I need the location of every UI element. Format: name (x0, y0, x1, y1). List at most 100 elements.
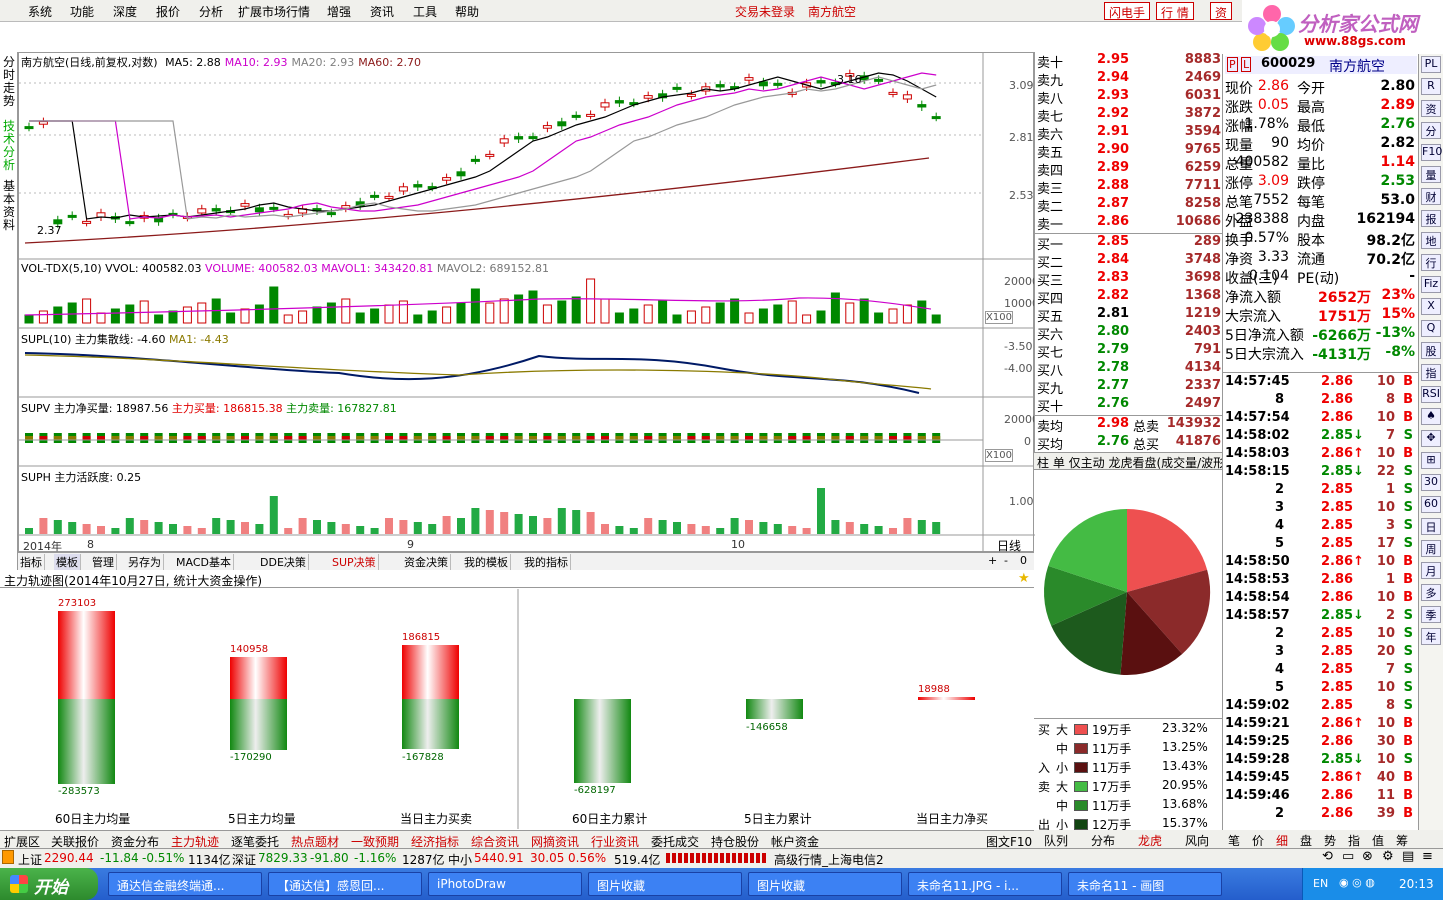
menu-item[interactable]: 深度 (113, 3, 137, 20)
pl-icon[interactable]: P (1227, 57, 1238, 72)
tab-technical[interactable]: 技术分析 (1, 120, 17, 172)
taskbar-item[interactable]: 图片收藏 (588, 872, 742, 896)
sidebar-button[interactable]: 地 (1421, 232, 1441, 249)
toolbar-tab[interactable]: 模板 (54, 554, 81, 570)
flow-label: 5日大宗流入 (1225, 347, 1304, 363)
orderbook-tab[interactable]: 队列 (1044, 832, 1068, 849)
supv-bar-red (745, 436, 753, 440)
level-price: 2.80 (1097, 324, 1130, 339)
sidebar-button[interactable]: 季 (1421, 606, 1441, 623)
lang-indicator[interactable]: EN (1313, 877, 1328, 890)
sidebar-button[interactable]: 财 (1421, 188, 1441, 205)
tick-tab[interactable]: 笔 (1228, 832, 1240, 849)
sidebar-button[interactable]: F10 (1421, 144, 1442, 161)
tick-tab[interactable]: 价 (1252, 832, 1264, 849)
menu-item[interactable]: 扩展市场行情 (238, 3, 310, 20)
sidebar-button[interactable]: 月 (1421, 562, 1441, 579)
sz-pct: -1.16% (354, 851, 397, 865)
sidebar-button[interactable]: 指 (1421, 364, 1441, 381)
sidebar-button[interactable]: ✥ (1421, 430, 1441, 447)
sidebar-button[interactable]: 60 (1421, 496, 1441, 513)
zoom-in-button[interactable]: + (988, 554, 997, 567)
tick-tab[interactable]: 筹 (1396, 832, 1408, 849)
top-button[interactable]: 资 (1210, 2, 1233, 20)
sidebar-button[interactable]: 股 (1421, 342, 1441, 359)
top-button[interactable]: 行 情 (1156, 2, 1194, 20)
window-icon[interactable]: ▭ (1342, 849, 1354, 864)
tick-tab[interactable]: 细 (1276, 832, 1288, 849)
sidebar-button[interactable]: ⊞ (1421, 452, 1441, 469)
star-icon[interactable]: ★ (1018, 571, 1030, 586)
zoom-reset-button[interactable]: 0 (1020, 554, 1027, 567)
tick-tab[interactable]: 值 (1372, 832, 1384, 849)
taskbar-item[interactable]: iPhotoDraw (428, 872, 582, 896)
supv-bar-red (53, 436, 62, 440)
tray-icons[interactable]: ◉ ◎ ◍ (1339, 876, 1375, 889)
taskbar-item[interactable]: 未命名11.JPG - i... (908, 872, 1062, 896)
toolbar-tab[interactable]: 我的模板 (462, 554, 511, 570)
candle (240, 203, 250, 207)
menu-item[interactable]: 分析 (199, 3, 223, 20)
toolbar-tab[interactable]: SUP决策 (330, 554, 379, 570)
sidebar-button[interactable]: 资 (1421, 100, 1441, 117)
close-icon[interactable]: ⊗ (1362, 849, 1373, 864)
menu-item[interactable]: 功能 (70, 3, 94, 20)
tool-icon[interactable]: ⚙ (1382, 849, 1394, 864)
tab-fundamentals[interactable]: 基本资料 (1, 180, 17, 232)
sidebar-button[interactable]: 量 (1421, 166, 1441, 183)
sidebar-button[interactable]: Fiz (1421, 276, 1441, 293)
orderbook-tab[interactable]: 龙虎 (1138, 832, 1162, 849)
menu-item[interactable]: 帮助 (455, 3, 479, 20)
toolbar-tab[interactable]: 我的指标 (522, 554, 571, 570)
tick-tab[interactable]: 盘 (1300, 832, 1312, 849)
sidebar-button[interactable]: PL (1421, 56, 1441, 73)
menu-item[interactable]: 增强 (327, 3, 351, 20)
menu-item[interactable]: 资讯 (370, 3, 394, 20)
taskbar-item[interactable]: 图片收藏 (748, 872, 902, 896)
toolbar-tab[interactable]: 管理 (90, 554, 117, 570)
sidebar-button[interactable]: Q (1421, 320, 1441, 337)
ma5-line (29, 72, 937, 220)
pie-tabs-label[interactable]: 柱 单 仅主动 龙虎看盘(成交量/波形) (1037, 454, 1230, 471)
price-axis-1: 3.09 (1009, 79, 1034, 92)
sidebar-button[interactable]: 行 (1421, 254, 1441, 271)
menu-item[interactable]: 工具 (413, 3, 437, 20)
sidebar-button[interactable]: 报 (1421, 210, 1441, 227)
tick-tab[interactable]: 指 (1348, 832, 1360, 849)
tick-side: B (1403, 770, 1413, 785)
kline-chart-area[interactable]: 南方航空(日线,前复权,对数) MA5: 2.88 MA10: 2.93 MA20:… (18, 52, 1039, 553)
sidebar-button[interactable]: RSI (1421, 386, 1441, 403)
sidebar-button[interactable]: 年 (1421, 628, 1441, 645)
taskbar-item[interactable]: 【通达信】感恩回... (268, 872, 422, 896)
zoom-out-button[interactable]: - (1004, 554, 1008, 567)
menu-item[interactable]: 系统 (28, 3, 52, 20)
l-icon[interactable]: L (1241, 57, 1252, 72)
toolbar-tab[interactable]: MACD基本 (174, 554, 234, 570)
sidebar-button[interactable]: ♠ (1421, 408, 1441, 425)
toolbar-tab[interactable]: 指标 (18, 554, 45, 570)
menu-icon[interactable]: ≡ (1422, 849, 1433, 864)
sidebar-button[interactable]: 日 (1421, 518, 1441, 535)
taskbar-item[interactable]: 通达信金融终端通... (108, 872, 262, 896)
orderbook-tab[interactable]: 分布 (1091, 832, 1115, 849)
sidebar-button[interactable]: 周 (1421, 540, 1441, 557)
top-button[interactable]: 闪电手 (1104, 2, 1151, 20)
sidebar-button[interactable]: R (1421, 78, 1441, 95)
menu-item[interactable]: 报价 (156, 3, 180, 20)
tick-price: 2.85 (1321, 500, 1354, 515)
toolbar-tab[interactable]: 资金决策 (402, 554, 451, 570)
taskbar-item[interactable]: 未命名11 - 画图 (1068, 872, 1222, 896)
start-button[interactable]: 开始 (0, 868, 98, 900)
sidebar-button[interactable]: 分 (1421, 122, 1441, 139)
sidebar-button[interactable]: X (1421, 298, 1441, 315)
sidebar-button[interactable]: 多 (1421, 584, 1441, 601)
toolbar-tab[interactable]: 另存为 (126, 554, 164, 570)
orderbook-tab[interactable]: 风向 (1185, 832, 1209, 849)
supv-bar-red (874, 436, 883, 440)
chart-icon[interactable]: ▤ (1402, 849, 1414, 864)
sidebar-button[interactable]: 30 (1421, 474, 1441, 491)
refresh-icon[interactable]: ⟲ (1322, 849, 1333, 864)
tick-tab[interactable]: 势 (1324, 832, 1336, 849)
tab-intraday[interactable]: 分时走势 (1, 56, 17, 108)
toolbar-tab[interactable]: DDE决策 (258, 554, 309, 570)
